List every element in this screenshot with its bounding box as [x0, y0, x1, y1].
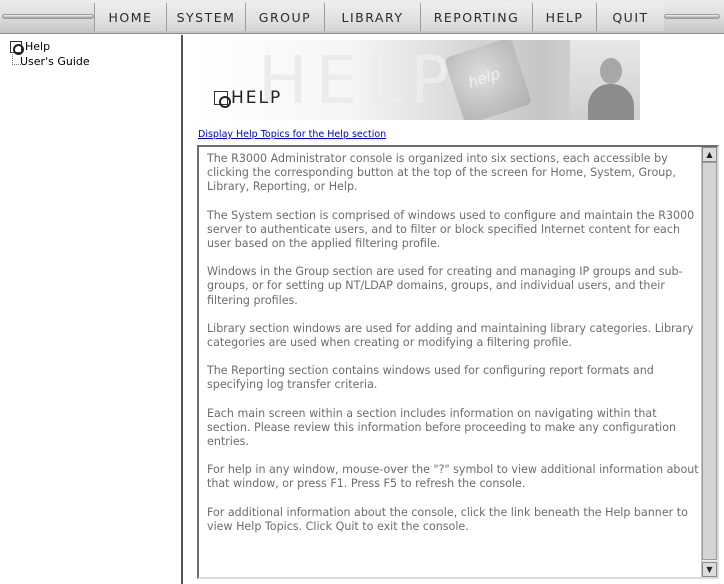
help-text-area[interactable]: The R3000 Administrator console is organ… [197, 145, 719, 579]
display-help-topics-link[interactable]: Display Help Topics for the Help section [198, 129, 386, 140]
nav-quit-button[interactable]: QUIT [596, 3, 664, 31]
help-paragraph: For help in any window, mouse-over the "… [207, 463, 699, 491]
help-text-content: The R3000 Administrator console is organ… [207, 152, 701, 548]
nav-library-button[interactable]: LIBRARY [324, 3, 420, 31]
top-nav-bar: HOME SYSTEM GROUP LIBRARY REPORTING HELP… [0, 0, 724, 34]
banner-title: HELP [214, 88, 282, 108]
nav-reporting-button[interactable]: REPORTING [420, 3, 532, 31]
tree-item-help-label: Help [25, 40, 51, 53]
help-paragraph: The R3000 Administrator console is organ… [207, 152, 676, 194]
help-icon [10, 40, 24, 55]
tree-item-users-guide[interactable]: User's Guide [20, 55, 90, 68]
help-paragraph: The System section is comprised of windo… [207, 208, 695, 251]
nav-help-button[interactable]: HELP [532, 3, 596, 31]
nav-home-button[interactable]: HOME [94, 3, 166, 31]
banner-ghost-text: HELP [258, 42, 458, 119]
scroll-down-arrow-icon[interactable]: ▼ [702, 562, 717, 577]
help-paragraph: Windows in the Group section are used fo… [207, 265, 683, 307]
help-icon [214, 91, 231, 108]
vertical-scrollbar[interactable]: ▲ ▼ [701, 147, 717, 577]
banner-photo-text: help [465, 64, 503, 92]
banner-title-text: HELP [231, 88, 283, 108]
nav-rail-left [2, 14, 94, 19]
help-banner: HELP help HELP [198, 40, 640, 120]
scroll-up-arrow-icon[interactable]: ▲ [702, 147, 717, 162]
banner-person-image [570, 40, 640, 120]
help-paragraph: The Reporting section contains windows u… [207, 364, 654, 392]
help-paragraph: For additional information about the con… [207, 505, 688, 533]
nav-system-button[interactable]: SYSTEM [166, 3, 245, 31]
help-tree-pane: Help User's Guide [0, 35, 183, 584]
tree-item-users-guide-label: User's Guide [20, 55, 90, 68]
help-paragraph: Library section windows are used for add… [207, 321, 694, 350]
nav-group-button[interactable]: GROUP [245, 3, 324, 31]
help-paragraph: Each main screen within a section includ… [207, 406, 677, 449]
scrollbar-thumb[interactable] [702, 162, 717, 560]
nav-rail-right [664, 14, 720, 19]
